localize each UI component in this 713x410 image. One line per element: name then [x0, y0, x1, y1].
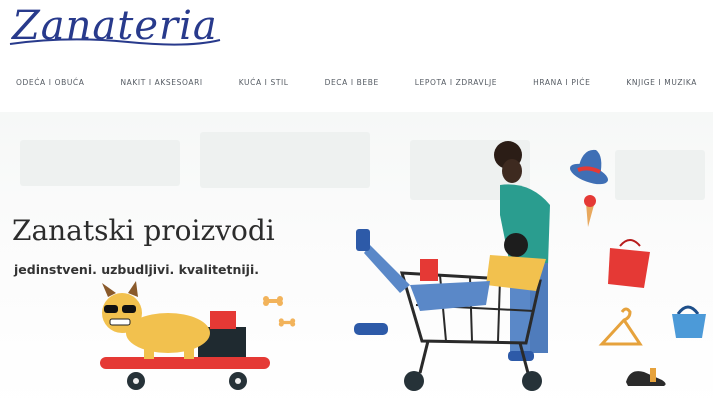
hero-bg-shape	[615, 150, 705, 200]
nav-item-odeca-i-obuca[interactable]: ODEĆA I OBUĆA	[16, 78, 84, 98]
hat-icon	[570, 149, 608, 185]
nav-item-lepota-i-zdravlje[interactable]: LEPOTA I ZDRAVLJE	[415, 78, 497, 98]
handbag-icon	[672, 305, 706, 338]
dog-on-skateboard-icon	[100, 281, 270, 390]
main-navigation: ODEĆA I OBUĆA NAKIT I AKSESOARI KUĆA I S…	[0, 78, 713, 98]
nav-item-nakit-i-aksesoari[interactable]: NAKIT I AKSESOARI	[120, 78, 202, 98]
nav-item-kuca-i-stil[interactable]: KUĆA I STIL	[239, 78, 289, 98]
bone-icon	[278, 318, 296, 327]
bone-icon	[263, 296, 283, 306]
nav-item-deca-i-bebe[interactable]: DECA I BEBE	[325, 78, 379, 98]
nav-item-hrana-i-pice[interactable]: HRANA I PIĆE	[533, 78, 590, 98]
shopping-bag-icon	[608, 239, 650, 288]
logo-swoosh-icon	[9, 38, 221, 46]
hero-title: Zanatski proizvodi	[12, 214, 275, 247]
hero-bg-shape	[20, 140, 180, 186]
hanger-icon	[598, 307, 643, 346]
hero-bg-shape	[200, 132, 370, 188]
nav-item-knjige-i-muzika[interactable]: KNJIGE I MUZIKA	[626, 78, 697, 98]
shoe-icon	[626, 368, 666, 386]
